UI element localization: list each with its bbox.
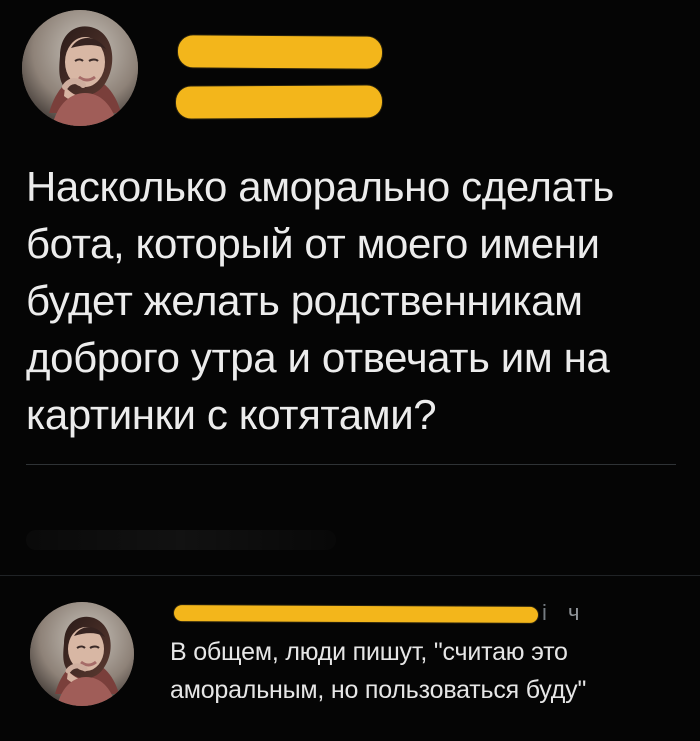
reply-divider — [0, 575, 700, 576]
reply-timestamp: ч — [568, 600, 580, 625]
redacted-display-name — [177, 35, 383, 69]
reply-metadata: i ч — [170, 598, 600, 628]
reply-text: В общем, люди пишут, "считаю это амораль… — [170, 638, 587, 704]
main-tweet[interactable]: Насколько аморально сделать бота, которы… — [0, 0, 700, 575]
tweet-divider — [26, 464, 676, 465]
woman-portrait-avatar-icon — [30, 602, 134, 706]
reply-author-avatar[interactable] — [30, 602, 134, 706]
redacted-username — [175, 85, 383, 119]
faded-tweet-metadata — [26, 530, 336, 550]
woman-portrait-avatar-icon — [22, 10, 138, 126]
tweet-text: Насколько аморально сделать бота, которы… — [26, 163, 614, 438]
author-avatar[interactable] — [22, 10, 138, 126]
reply-handle-fragment: i — [542, 600, 547, 625]
